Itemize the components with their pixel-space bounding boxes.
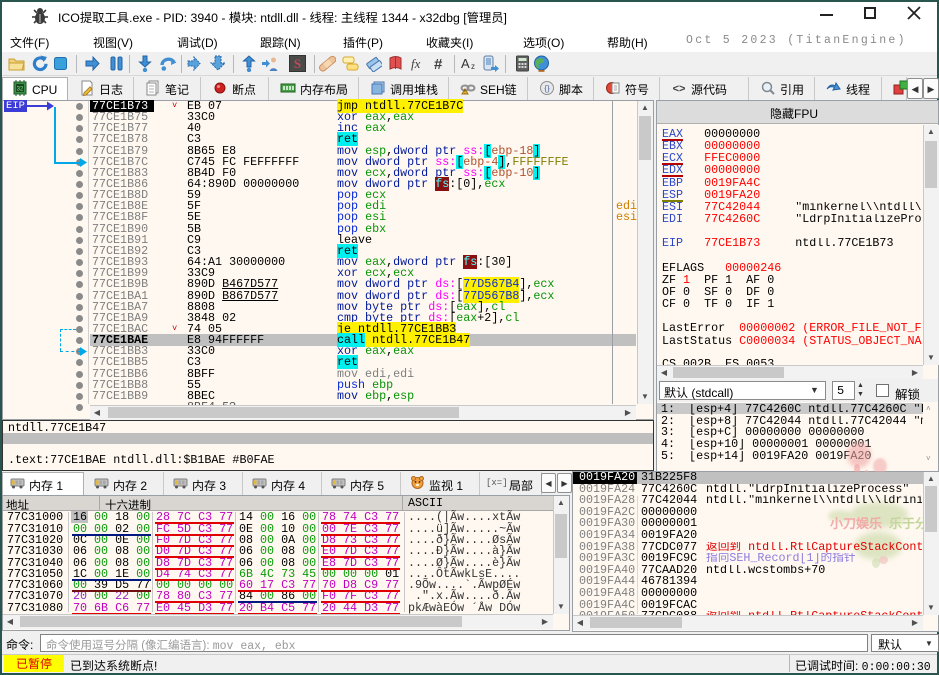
svg-text:32: 32	[17, 87, 24, 93]
svg-text:A: A	[461, 56, 470, 71]
svg-text:fx: fx	[411, 56, 421, 71]
svg-text:<>: <>	[673, 83, 686, 95]
svg-text:#: #	[434, 56, 443, 72]
svg-text:S: S	[294, 56, 301, 71]
svg-text:{}: {}	[544, 84, 550, 93]
svg-text:!: !	[464, 90, 465, 96]
svg-text:z: z	[471, 62, 475, 71]
